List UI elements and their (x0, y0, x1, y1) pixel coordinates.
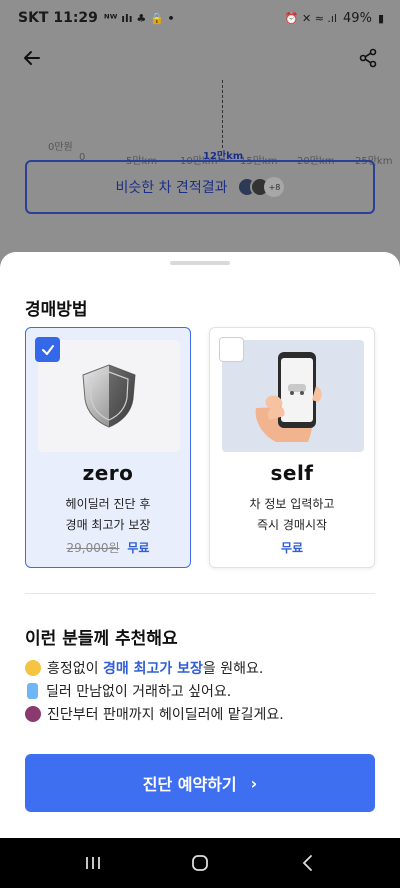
home-icon[interactable] (180, 843, 220, 883)
auction-method-sheet: 경매방법 zero 헤이딜러 진단 후 경매 최고가 보장 29,000원 무료… (0, 252, 400, 838)
similar-quotes-label: 비슷한 차 견적결과 (115, 180, 228, 196)
option-name: self (270, 461, 314, 485)
similar-quotes-button[interactable]: 비슷한 차 견적결과 +8 (25, 160, 375, 214)
axis-tick: 0만원 (48, 142, 73, 153)
option-free-price: 무료 (127, 541, 150, 555)
option-price: 무료 (210, 539, 374, 556)
battery-text: 49% (343, 10, 372, 26)
lion-emoji-icon (25, 705, 41, 722)
phone-emoji-icon (27, 682, 38, 699)
check-icon[interactable] (35, 337, 60, 362)
divider (25, 593, 375, 594)
recommend-title: 이런 분들께 추천해요 (25, 629, 178, 649)
book-diagnosis-button[interactable]: 진단 예약하기 › (25, 754, 375, 812)
list-item: 진단부터 판매까지 헤이딜러에 맡길게요. (25, 702, 375, 725)
status-icons: ⏰ ✕ ≈ .ıl (284, 11, 338, 25)
smile-emoji-icon (25, 659, 41, 676)
option-desc-line: 경매 최고가 보장 (65, 518, 151, 532)
recommend-text: 흥정없이 경매 최고가 보장을 원해요. (47, 658, 263, 678)
recommend-text-part: 흥정없이 (47, 660, 103, 677)
background-page: 0만원 0 5만km 10만km 15만km 20만km 25만km 12만km… (0, 36, 400, 266)
recommend-list: 흥정없이 경매 최고가 보장을 원해요. 딜러 만남없이 거래하고 싶어요. 진… (25, 656, 375, 725)
auction-method-title: 경매방법 (25, 300, 88, 320)
recommend-text-part: 을 원해요. (202, 660, 264, 677)
checkbox-icon[interactable] (219, 337, 244, 362)
system-nav-bar (0, 838, 400, 888)
option-desc-line: 헤이딜러 진단 후 (65, 497, 151, 511)
back-nav-icon[interactable] (287, 843, 327, 883)
battery-icon: ▮ (377, 11, 384, 25)
book-diagnosis-label: 진단 예약하기 (142, 775, 237, 794)
option-free-price: 무료 (280, 541, 304, 555)
option-old-price: 29,000원 (66, 541, 120, 555)
recommend-text: 딜러 만남없이 거래하고 싶어요. (46, 683, 232, 700)
recommend-highlight: 경매 최고가 보장 (102, 660, 203, 677)
carrier-time: SKT 11:29 (18, 10, 98, 26)
back-arrow-icon[interactable] (18, 44, 46, 72)
status-bar: SKT 11:29 ᴺᵂ ılı ♣ 🔒 • ⏰ ✕ ≈ .ıl 49% ▮ (0, 0, 400, 36)
option-desc-line: 차 정보 입력하고 (249, 497, 335, 511)
option-description: 차 정보 입력하고 즉시 경매시작 (210, 494, 374, 536)
sheet-drag-handle[interactable] (170, 261, 230, 265)
option-desc-line: 즉시 경매시작 (256, 518, 328, 532)
option-price: 29,000원 무료 (26, 539, 190, 556)
list-item: 흥정없이 경매 최고가 보장을 원해요. (25, 656, 375, 679)
notification-icons: ᴺᵂ ılı ♣ 🔒 • (103, 11, 175, 25)
option-description: 헤이딜러 진단 후 경매 최고가 보장 (26, 494, 190, 536)
top-bar (0, 36, 400, 80)
avatar-group: +8 (237, 177, 285, 197)
avatar-more-count: +8 (264, 177, 285, 197)
option-card-zero[interactable]: zero 헤이딜러 진단 후 경매 최고가 보장 29,000원 무료 (25, 327, 191, 568)
list-item: 딜러 만남없이 거래하고 싶어요. (25, 679, 375, 702)
mileage-marker-line (222, 80, 223, 148)
option-card-self[interactable]: self 차 정보 입력하고 즉시 경매시작 무료 (209, 327, 375, 568)
share-icon[interactable] (354, 44, 382, 72)
chevron-right-icon: › (250, 773, 258, 793)
mileage-axis: 0만원 0 5만km 10만km 15만km 20만km 25만km 12만km (0, 80, 400, 170)
recommend-text: 진단부터 판매까지 헤이딜러에 맡길게요. (47, 706, 284, 723)
recent-apps-icon[interactable] (73, 843, 113, 883)
option-name: zero (82, 461, 134, 485)
